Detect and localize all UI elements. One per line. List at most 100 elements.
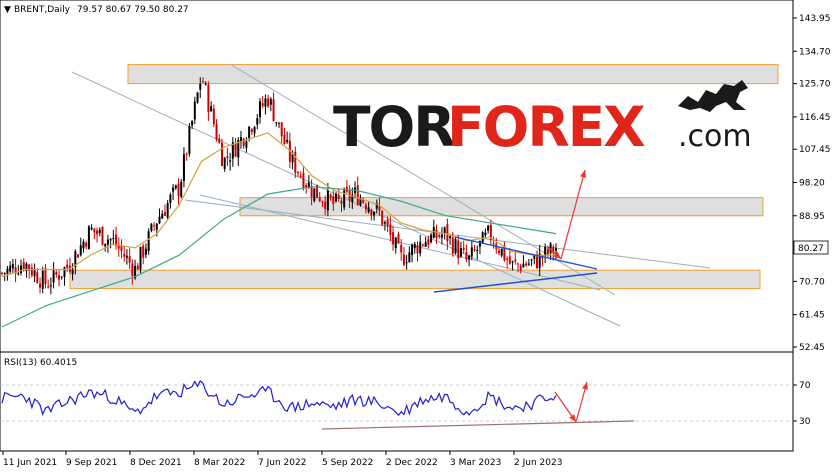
candle-body [123,254,126,257]
candle-body [87,226,90,250]
candle [481,231,484,244]
candle-body [516,263,519,265]
candle-body [161,213,164,219]
candle-body [93,228,96,233]
last-price-label: 80.27 [798,244,824,254]
candle-body [98,229,101,234]
candle-body [180,181,183,197]
candle [87,225,90,250]
candle-body [204,83,207,85]
candle-body [49,285,52,287]
rsi-tick-label: 70 [799,381,811,391]
candle-body [22,262,25,270]
candle-body [177,183,180,196]
candle [139,246,142,273]
candle-body [527,263,530,265]
candle-body [223,157,226,169]
candle-body [383,222,386,224]
candle-body [454,239,457,254]
zone-rect [69,269,761,290]
candle-body [394,237,397,249]
candle-body [492,243,495,245]
candle-body [1,272,3,274]
candle [343,187,346,211]
logo-tor: TOR [333,95,455,159]
x-tick-label: 9 Sep 2021 [66,458,117,468]
candle [454,236,457,255]
y-tick-label: 88.95 [799,212,825,222]
candle-body [462,248,465,250]
candle-body [389,224,392,235]
y-tick-label: 107.45 [799,145,831,155]
symbol-dropdown-icon[interactable]: ▼ [4,5,11,15]
candle-body [446,224,449,242]
candle-body [144,248,147,255]
candle-body [324,201,327,209]
candle-body [435,229,438,239]
candle-body [381,210,384,225]
candle-body [153,225,156,227]
x-tick-label: 5 Sep 2022 [322,458,373,468]
logo-forex: FOREX [447,95,645,159]
candle-body [421,244,424,246]
candle-body [85,242,88,247]
chart-canvas[interactable]: 143.95 134.70 125.70 116.45 107.45 98.20 88.95… [0,0,833,472]
candle-body [82,241,85,249]
candle-body [210,106,213,112]
candle-body [52,268,55,283]
candle-body [278,122,280,124]
candle-body [169,194,172,204]
candle-body [305,185,308,188]
candle-body [286,139,289,142]
candle-body [500,248,503,256]
candle-body [326,190,329,211]
candle-body [476,249,479,252]
candle-body [297,171,300,173]
candle-body [340,200,343,204]
candle-body [470,247,473,257]
candle [313,188,316,203]
candle-body [248,126,251,139]
candle-body [440,234,443,238]
candle-body [522,263,525,268]
candle-body [39,283,42,288]
candle-body [508,256,511,264]
candle-body [430,234,433,243]
candle-body [218,138,221,143]
x-tick-label: 3 Mar 2023 [450,458,501,468]
candle-body [457,240,460,259]
candle-body [77,254,80,258]
candle-body [104,243,107,247]
candle-body [172,187,175,192]
x-tick-label: 2 Dec 2022 [386,458,438,468]
y-tick-label: 52.45 [799,343,825,353]
candle-body [258,101,261,118]
candle-body [193,101,196,120]
candle-body [215,124,218,140]
y-tick-label: 61.45 [799,311,825,321]
chart-symbol: BRENT,Daily [14,5,71,15]
candle-body [427,238,430,245]
candle-body [142,245,145,258]
x-tick-label: 8 Mar 2022 [194,458,245,468]
candle-body [272,99,275,122]
candle-body [302,172,305,189]
candle-body [373,211,376,216]
candle-body [299,175,302,177]
candle-body [313,188,316,201]
candle-body [60,276,63,278]
candle [381,210,384,226]
candle [101,226,104,246]
candle-body [58,275,61,280]
y-tick-label: 143.95 [799,14,831,24]
candle-body [459,248,462,257]
candle-body [511,261,514,263]
candle-body [416,245,419,254]
candle-body [20,265,23,273]
candle-body [280,122,283,137]
candle-body [90,227,93,230]
candle-body [109,239,112,241]
x-tick-label: 7 Jun 2022 [258,458,306,468]
candle-body [136,265,139,270]
candle-body [473,249,476,251]
